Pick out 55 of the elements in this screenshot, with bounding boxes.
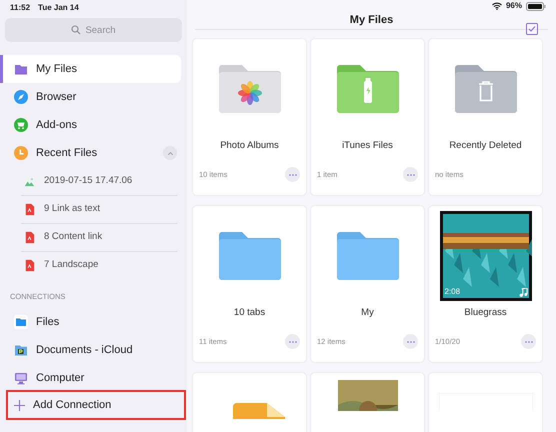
sidebar-item[interactable]: My Files <box>0 55 181 83</box>
folder-icon <box>14 343 28 358</box>
more-button[interactable] <box>521 334 536 349</box>
sidebar-item[interactable]: Add-ons <box>0 111 187 139</box>
file-name: My <box>361 306 374 318</box>
more-button[interactable] <box>285 334 300 349</box>
sidebar-item[interactable]: Browser <box>0 83 187 111</box>
sidebar-item[interactable]: Documents - iCloud <box>0 336 187 364</box>
pdf-icon <box>23 231 36 244</box>
pdf-icon <box>23 203 36 216</box>
checkbox-icon <box>526 23 538 36</box>
file-name: iTunes Files <box>342 140 393 150</box>
folder-icon <box>14 62 28 76</box>
duration-label: 2:08 <box>444 286 460 298</box>
plus-icon <box>14 400 25 411</box>
status-time: 11:52 <box>10 2 30 14</box>
search-icon <box>71 25 81 35</box>
document-icon <box>232 402 284 418</box>
recent-file-item[interactable]: 7 Landscape <box>21 251 177 279</box>
recent-file-item[interactable]: 2019-07-15 17.47.06 <box>21 167 177 195</box>
battery-icon <box>526 2 546 10</box>
usb-folder-icon <box>336 64 398 113</box>
sidebar-item[interactable]: Computer <box>0 364 187 392</box>
cart-icon <box>14 118 28 132</box>
more-button[interactable] <box>403 334 418 349</box>
more-button[interactable] <box>285 167 300 182</box>
wifi-icon <box>492 2 502 10</box>
chevron-icon <box>166 150 174 156</box>
search-field[interactable]: Search <box>5 18 182 42</box>
music-note-icon <box>518 288 528 296</box>
pdf-icon <box>23 259 36 272</box>
more-button[interactable] <box>403 167 418 182</box>
file-name: Photo Albums <box>220 140 279 150</box>
folder-icon <box>218 231 280 280</box>
add-connection-item[interactable]: Add Connection <box>8 392 184 418</box>
image-icon <box>23 174 36 188</box>
folder-icon <box>14 315 28 330</box>
recent-file-item[interactable]: 8 Content link <box>21 223 177 251</box>
folder-icon <box>336 231 398 280</box>
file-name: Bluegrass <box>464 306 507 318</box>
sidebar-item[interactable]: Recent Files <box>0 139 187 167</box>
page-title: My Files <box>350 13 394 28</box>
select-button[interactable] <box>526 21 538 38</box>
trash-folder-icon <box>454 64 516 113</box>
file-name: Recently Deleted <box>449 140 522 150</box>
photos-folder-icon <box>218 64 280 113</box>
clock-icon <box>14 146 28 160</box>
recent-file-item[interactable]: 9 Link as text <box>21 195 177 223</box>
battery-percentage: 96% <box>506 0 522 12</box>
collapse-button[interactable] <box>163 146 177 160</box>
sidebar-item[interactable]: Files <box>0 308 187 336</box>
file-name: 10 tabs <box>234 306 266 318</box>
status-date: Tue Jan 14 <box>38 2 79 14</box>
compass-icon <box>14 90 28 104</box>
monitor-icon <box>14 371 28 386</box>
